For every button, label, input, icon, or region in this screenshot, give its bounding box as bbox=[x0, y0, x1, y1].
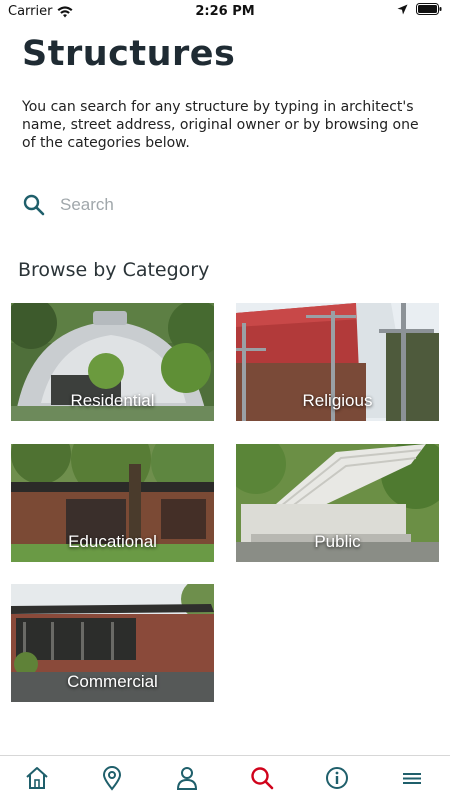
location-arrow-icon bbox=[397, 4, 408, 14]
browse-category-title: Browse by Category bbox=[18, 259, 210, 281]
page-title: Structures bbox=[22, 34, 236, 74]
category-tile-educational[interactable]: Educational bbox=[11, 444, 214, 562]
status-time: 2:26 PM bbox=[195, 4, 255, 19]
tab-bar bbox=[0, 755, 450, 800]
category-tile-commercial[interactable]: Commercial bbox=[11, 584, 214, 702]
status-right bbox=[397, 3, 442, 15]
search-icon bbox=[23, 194, 45, 216]
category-label-public: Public bbox=[314, 532, 361, 551]
person-icon[interactable] bbox=[174, 765, 200, 791]
home-icon[interactable] bbox=[24, 765, 50, 791]
category-label-religious: Religious bbox=[302, 391, 373, 410]
map-pin-icon[interactable] bbox=[99, 765, 125, 791]
info-icon[interactable] bbox=[324, 765, 350, 791]
category-label-residential: Residential bbox=[70, 391, 155, 410]
category-tile-religious[interactable]: Religious bbox=[236, 303, 439, 421]
category-tile-residential[interactable]: Residential bbox=[11, 303, 214, 421]
category-label-educational: Educational bbox=[68, 532, 157, 551]
menu-icon[interactable] bbox=[399, 765, 425, 791]
battery-icon bbox=[416, 3, 442, 15]
search-input[interactable] bbox=[60, 195, 360, 215]
status-bar: Carrier 2:26 PM bbox=[0, 0, 450, 22]
category-label-commercial: Commercial bbox=[67, 672, 158, 691]
search-tab-icon[interactable] bbox=[249, 765, 275, 791]
search-bar[interactable] bbox=[22, 188, 422, 222]
intro-text: You can search for any structure by typi… bbox=[22, 99, 419, 151]
category-tile-public[interactable]: Public bbox=[236, 444, 439, 562]
